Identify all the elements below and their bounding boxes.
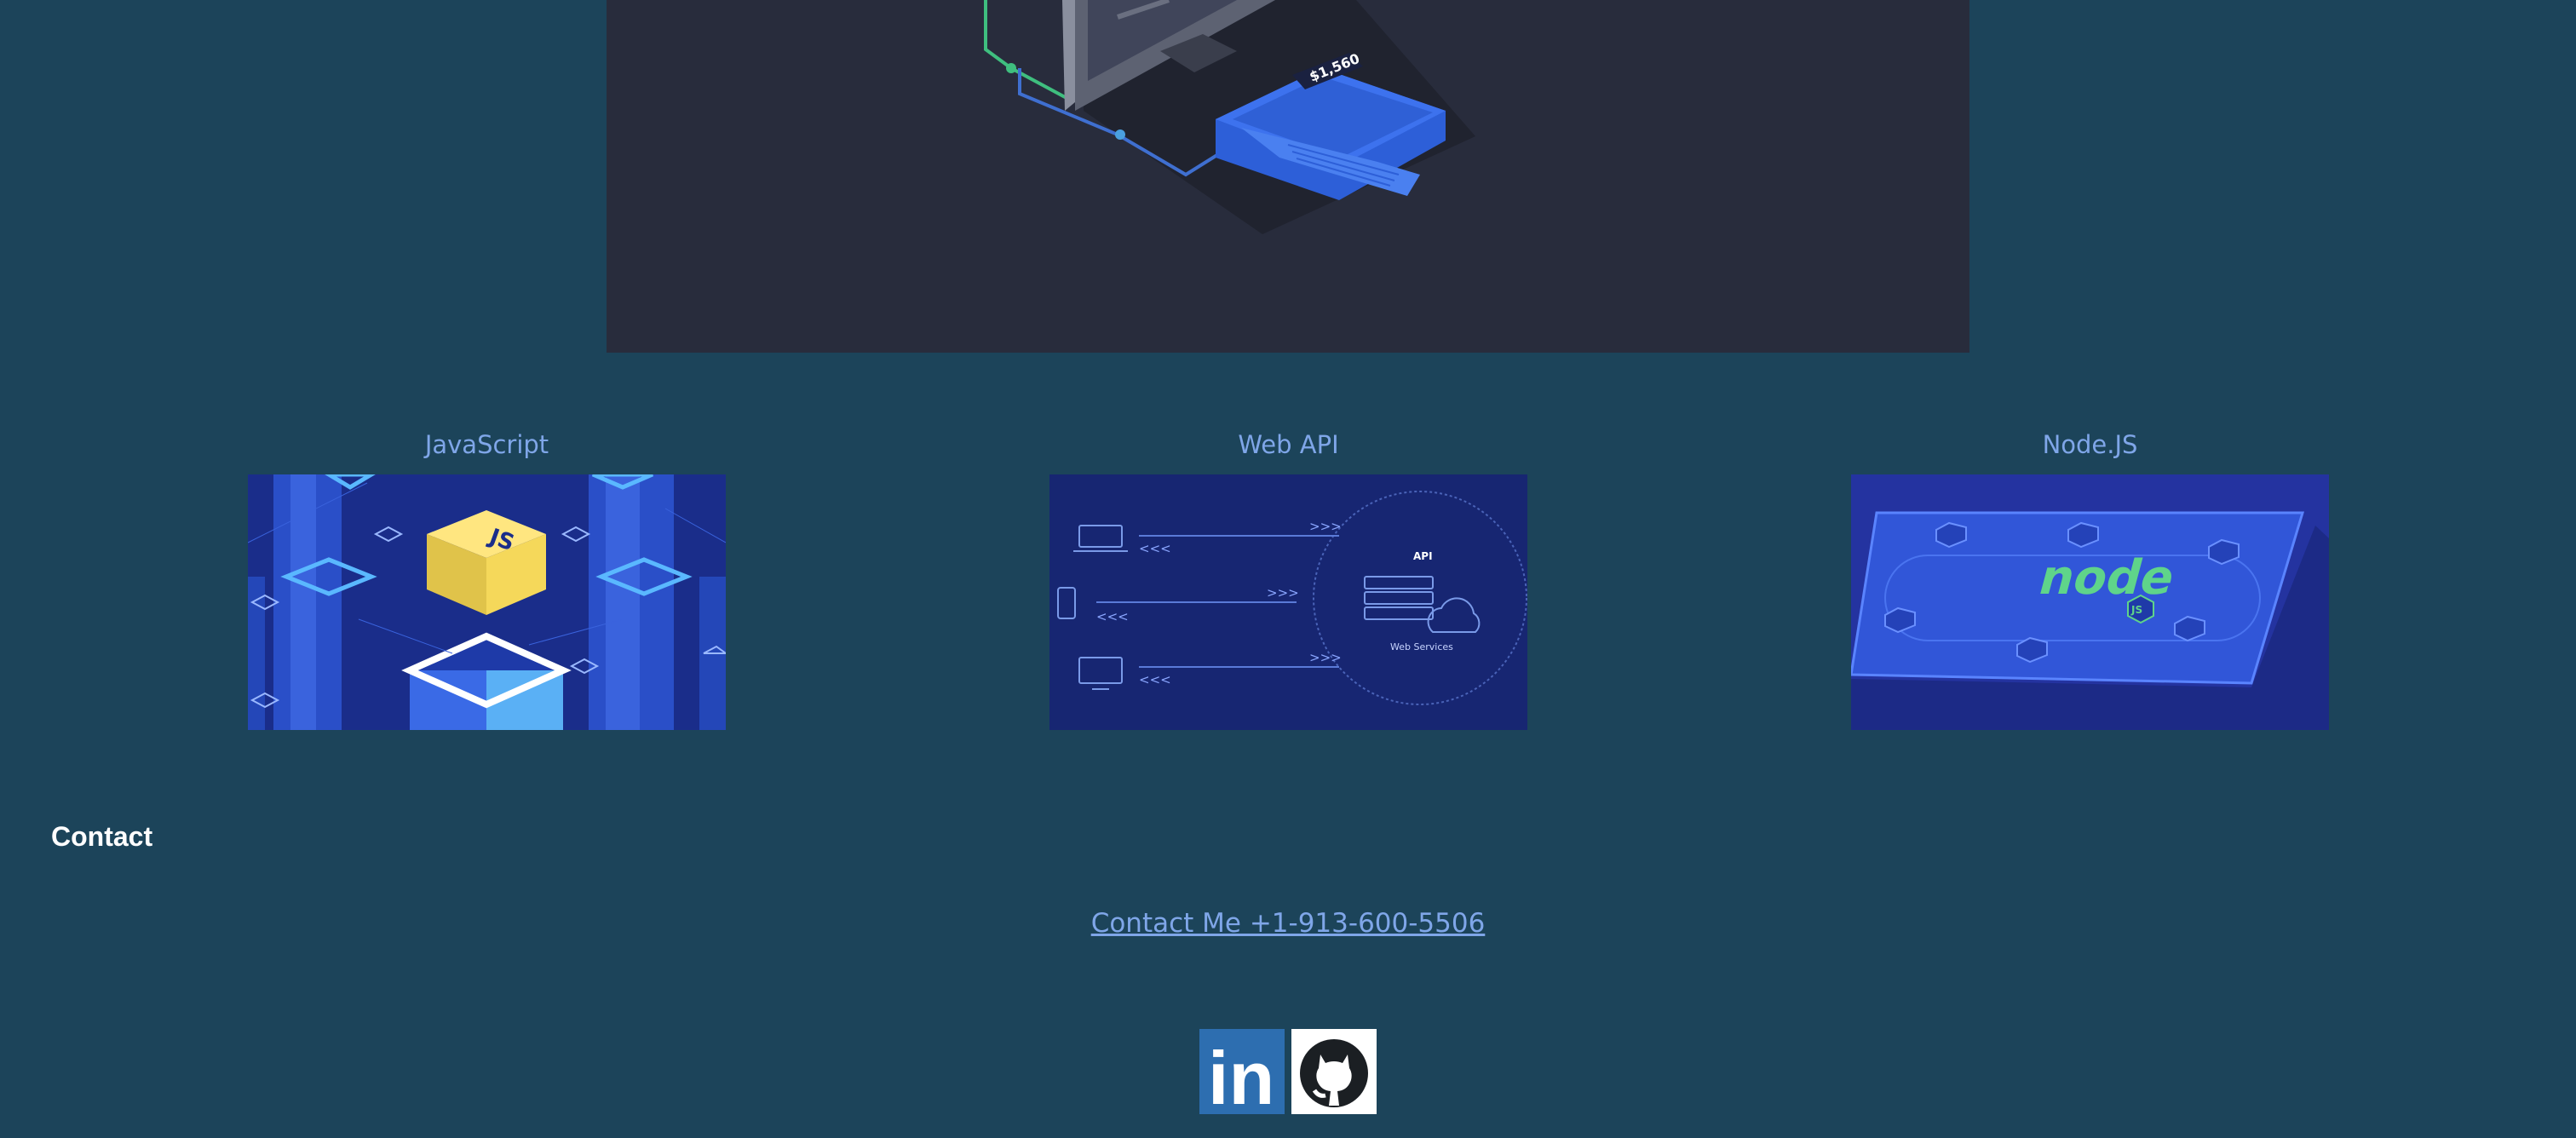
skill-title: JavaScript xyxy=(424,430,549,459)
arrow-left: <<< xyxy=(1096,609,1129,624)
pos-terminal-illustration: $1,560 xyxy=(984,0,1475,234)
arrow-left: <<< xyxy=(1139,541,1171,556)
skill-card-javascript: JavaScript JS xyxy=(248,428,726,730)
web-services-label: Web Services xyxy=(1390,641,1453,652)
skill-card-nodejs: Node.JS node JS xyxy=(1851,428,2329,730)
linkedin-link[interactable]: in xyxy=(1199,1029,1285,1120)
node-logo-text: node xyxy=(2033,550,2182,606)
web-api-illustration: >>> <<< >>> <<< >>> <<< API Web Services xyxy=(1049,474,1527,730)
linkedin-icon: in xyxy=(1199,1029,1285,1120)
node-js-badge: JS xyxy=(2130,604,2142,616)
github-icon xyxy=(1291,1029,1377,1114)
hero-illustration: $1,560 xyxy=(607,0,1969,353)
skill-card-web-api: Web API >>> <<< >>> <<< >>> <<< API Web … xyxy=(1049,428,1527,730)
skill-title: Node.JS xyxy=(2042,430,2138,459)
nodejs-image[interactable]: node JS xyxy=(1851,474,2329,730)
page: $1,560 JavaScript JS Web API >>> <<< >>>… xyxy=(0,0,2576,1138)
arrow-right: >>> xyxy=(1309,650,1342,665)
nodejs-illustration: node JS xyxy=(1851,474,2329,730)
arrow-right: >>> xyxy=(1267,585,1299,601)
javascript-illustration: JS xyxy=(248,474,726,730)
linkedin-label: in xyxy=(1208,1036,1274,1114)
contact-phone-link[interactable]: Contact Me +1-913-600-5506 xyxy=(0,908,2576,939)
api-label: API xyxy=(1413,550,1433,562)
contact-heading: Contact xyxy=(51,821,153,852)
arrow-left: <<< xyxy=(1139,672,1171,687)
arrow-right: >>> xyxy=(1309,519,1342,534)
social-links: in xyxy=(1199,1029,1377,1120)
javascript-image[interactable]: JS xyxy=(248,474,726,730)
skill-title: Web API xyxy=(1238,430,1339,459)
github-link[interactable] xyxy=(1291,1029,1377,1114)
web-api-image[interactable]: >>> <<< >>> <<< >>> <<< API Web Services xyxy=(1049,474,1527,730)
